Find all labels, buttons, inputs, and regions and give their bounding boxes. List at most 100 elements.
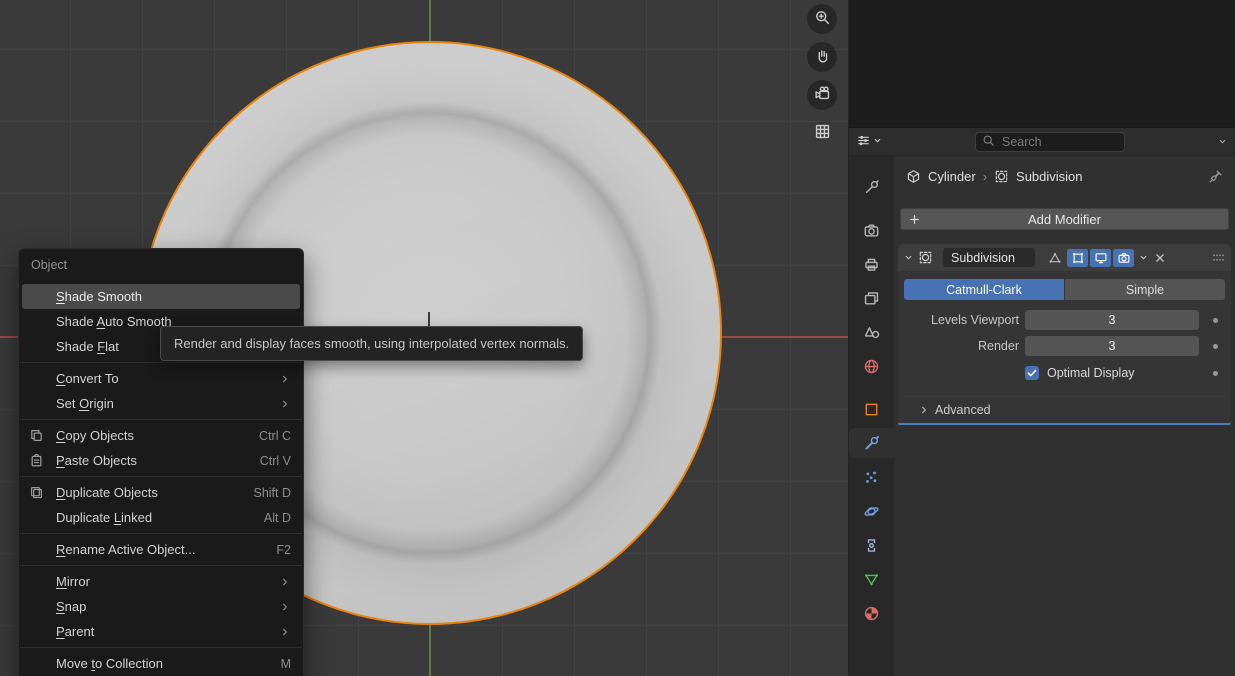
properties-editor: Cylinder › Subdivision Add Modifier bbox=[848, 0, 1235, 676]
animate-dot[interactable] bbox=[1213, 344, 1218, 349]
menu-item-duplicate-objects[interactable]: Duplicate ObjectsShift D bbox=[22, 480, 300, 505]
tab-world[interactable] bbox=[849, 351, 894, 381]
grid-icon bbox=[814, 123, 831, 143]
modifier-display-toggles bbox=[1044, 249, 1134, 267]
pin-icon[interactable] bbox=[1208, 169, 1223, 184]
breadcrumb-object[interactable]: Cylinder bbox=[928, 169, 976, 184]
menu-item-label: Shade Smooth bbox=[56, 289, 291, 304]
tab-scene[interactable] bbox=[849, 317, 894, 347]
animate-dot[interactable] bbox=[1213, 318, 1218, 323]
levels-viewport-label: Levels Viewport bbox=[904, 313, 1019, 327]
menu-item-shortcut: Ctrl C bbox=[259, 429, 291, 443]
copy-icon bbox=[29, 428, 56, 443]
menu-item-duplicate-linked[interactable]: Duplicate LinkedAlt D bbox=[22, 505, 300, 530]
menu-item-shade-smooth[interactable]: Shade Smooth bbox=[22, 284, 300, 309]
menu-item-shortcut: Alt D bbox=[264, 511, 291, 525]
menu-item-move-to-collection[interactable]: Move to CollectionM bbox=[22, 651, 300, 676]
menu-separator bbox=[20, 419, 302, 420]
tab-modifiers[interactable] bbox=[849, 428, 894, 458]
output-icon bbox=[863, 256, 880, 273]
menu-item-label: Copy Objects bbox=[56, 428, 259, 443]
optimal-display-row: Optimal Display bbox=[904, 362, 1225, 384]
modifier-panel-body: Catmull-Clark Simple Levels Viewport 3 R… bbox=[898, 271, 1231, 423]
panel-expand-chevron-icon[interactable] bbox=[903, 252, 914, 263]
submenu-arrow-icon bbox=[279, 398, 291, 410]
menu-item-paste-objects[interactable]: Paste ObjectsCtrl V bbox=[22, 448, 300, 473]
subdivision-modifier-panel: Subdivision Catmull-Clark bbox=[898, 244, 1231, 425]
simple-button[interactable]: Simple bbox=[1065, 279, 1225, 300]
breadcrumb-separator-icon: › bbox=[983, 169, 987, 184]
menu-item-shortcut: Ctrl V bbox=[260, 454, 291, 468]
menu-item-rename-active-object[interactable]: Rename Active Object...F2 bbox=[22, 537, 300, 562]
realtime-display-toggle[interactable] bbox=[1090, 249, 1111, 267]
plus-icon bbox=[908, 213, 921, 226]
menu-item-copy-objects[interactable]: Copy ObjectsCtrl C bbox=[22, 423, 300, 448]
menu-item-parent[interactable]: Parent bbox=[22, 619, 300, 644]
on-cage-toggle[interactable] bbox=[1044, 249, 1065, 267]
tab-physics[interactable] bbox=[849, 496, 894, 526]
tab-object[interactable] bbox=[849, 394, 894, 424]
drag-grip-icon[interactable] bbox=[1211, 250, 1226, 265]
tab-output[interactable] bbox=[849, 249, 894, 279]
scene-icon bbox=[863, 324, 880, 341]
modifier-name-field[interactable]: Subdivision bbox=[943, 248, 1035, 267]
render-levels-field[interactable]: 3 bbox=[1025, 336, 1199, 356]
cube-icon bbox=[906, 169, 921, 184]
editor-type-button[interactable] bbox=[856, 133, 883, 151]
search-field[interactable] bbox=[1000, 134, 1118, 150]
render-display-toggle[interactable] bbox=[1113, 249, 1134, 267]
outliner-panel[interactable] bbox=[849, 0, 1235, 128]
render-levels-row: Render 3 bbox=[904, 336, 1225, 356]
tab-render[interactable] bbox=[849, 215, 894, 245]
particles-icon bbox=[863, 469, 880, 486]
advanced-label: Advanced bbox=[935, 403, 991, 417]
advanced-section-toggle[interactable]: Advanced bbox=[904, 396, 1225, 423]
breadcrumb-item[interactable]: Subdivision bbox=[1016, 169, 1083, 184]
search-icon bbox=[982, 134, 995, 150]
subdivision-icon bbox=[994, 169, 1009, 184]
header-options-chevron-icon[interactable] bbox=[1217, 136, 1228, 147]
tab-view-layer[interactable] bbox=[849, 283, 894, 313]
menu-separator bbox=[20, 533, 302, 534]
camera-view-gizmo[interactable] bbox=[807, 80, 837, 110]
properties-header bbox=[849, 128, 1235, 156]
animate-dot[interactable] bbox=[1213, 371, 1218, 376]
tab-tool[interactable] bbox=[849, 172, 894, 202]
menu-item-snap[interactable]: Snap bbox=[22, 594, 300, 619]
tab-material[interactable] bbox=[849, 598, 894, 628]
hand-icon bbox=[814, 47, 831, 67]
tab-particles[interactable] bbox=[849, 462, 894, 492]
pan-hand-gizmo[interactable] bbox=[807, 42, 837, 72]
menu-separator bbox=[20, 647, 302, 648]
modifier-close-icon[interactable] bbox=[1153, 251, 1167, 265]
tool-icon bbox=[863, 179, 880, 196]
edit-mode-toggle[interactable] bbox=[1067, 249, 1088, 267]
menu-item-label: Move to Collection bbox=[56, 656, 281, 671]
render-levels-label: Render bbox=[904, 339, 1019, 353]
levels-viewport-field[interactable]: 3 bbox=[1025, 310, 1199, 330]
menu-item-label: Set Origin bbox=[56, 396, 279, 411]
tab-object-data[interactable] bbox=[849, 564, 894, 594]
paste-icon bbox=[29, 453, 56, 468]
zoom-gizmo[interactable] bbox=[807, 4, 837, 34]
submenu-arrow-icon bbox=[279, 576, 291, 588]
modifier-extras-chevron-icon[interactable] bbox=[1138, 252, 1149, 263]
optimal-display-checkbox[interactable] bbox=[1025, 366, 1039, 380]
menu-item-label: Rename Active Object... bbox=[56, 542, 276, 557]
tab-constraints[interactable] bbox=[849, 530, 894, 560]
catmull-clark-button[interactable]: Catmull-Clark bbox=[904, 279, 1064, 300]
zoom-icon bbox=[814, 9, 831, 29]
properties-icon bbox=[856, 133, 871, 151]
object-icon bbox=[863, 401, 880, 418]
properties-tab-strip bbox=[849, 156, 894, 676]
ortho-grid-gizmo[interactable] bbox=[807, 118, 837, 148]
menu-item-set-origin[interactable]: Set Origin bbox=[22, 391, 300, 416]
search-input[interactable] bbox=[975, 132, 1125, 152]
render-icon bbox=[863, 222, 880, 239]
menu-item-convert-to[interactable]: Convert To bbox=[22, 366, 300, 391]
mesh-data-icon bbox=[863, 571, 880, 588]
subdivision-type-segmented: Catmull-Clark Simple bbox=[904, 279, 1225, 300]
menu-item-mirror[interactable]: Mirror bbox=[22, 569, 300, 594]
add-modifier-button[interactable]: Add Modifier bbox=[900, 208, 1229, 230]
viewport-nav-gizmos bbox=[807, 4, 837, 148]
